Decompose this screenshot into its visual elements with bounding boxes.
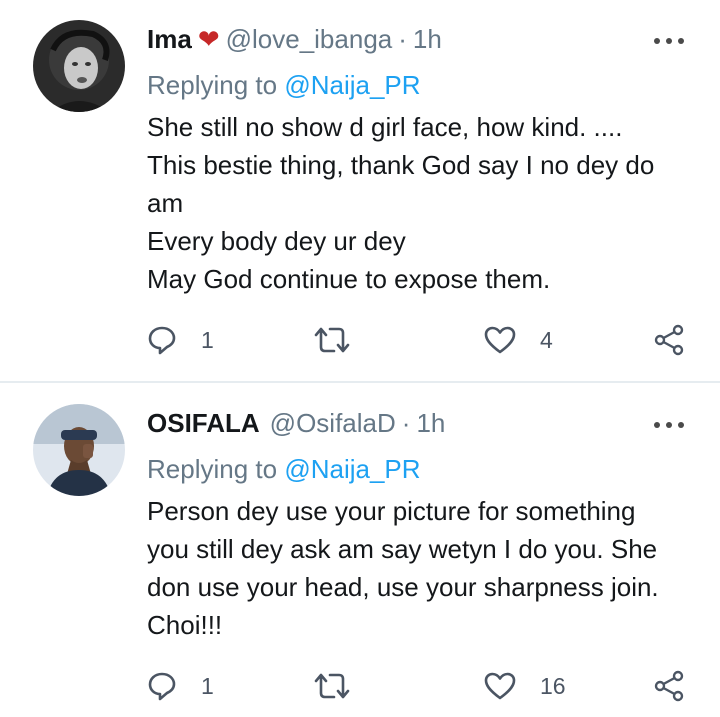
reply-icon xyxy=(148,326,176,355)
tweet-text: She still no show d girl face, how kind.… xyxy=(147,108,707,298)
retweet-icon xyxy=(314,327,350,353)
timestamp[interactable]: 1h xyxy=(416,408,445,438)
avatar[interactable] xyxy=(33,20,125,112)
like-button[interactable]: 16 xyxy=(484,666,566,706)
replying-to: Replying to @Naija_PR xyxy=(147,452,421,486)
user-handle[interactable]: @love_ibanga xyxy=(226,24,393,54)
tweet-header: Ima ❤ @love_ibanga · 1h xyxy=(147,22,442,56)
tweet-divider xyxy=(0,381,720,383)
tweet-header: OSIFALA @OsifalaD · 1h xyxy=(147,406,445,440)
heart-emoji-icon: ❤ xyxy=(197,24,220,54)
timestamp[interactable]: 1h xyxy=(413,24,442,54)
reply-count: 1 xyxy=(201,672,214,699)
tweet-text-line: you still dey ask am say wetyn I do you.… xyxy=(147,534,658,564)
display-name[interactable]: OSIFALA xyxy=(147,408,260,438)
like-count: 16 xyxy=(540,672,566,699)
reply-button[interactable]: 1 xyxy=(147,666,214,706)
action-bar: 1 4 xyxy=(0,320,720,360)
like-icon xyxy=(484,326,516,354)
share-icon xyxy=(654,324,684,356)
share-button[interactable] xyxy=(653,666,685,706)
action-bar: 1 16 xyxy=(0,666,720,706)
share-icon xyxy=(654,670,684,702)
tweet-text-line: May God continue to expose them. xyxy=(147,264,551,294)
like-count: 4 xyxy=(540,326,553,353)
separator: · xyxy=(398,24,407,54)
replying-prefix: Replying to xyxy=(147,70,278,100)
share-button[interactable] xyxy=(653,320,685,360)
tweet-text-line: don use your head, use your sharpness jo… xyxy=(147,572,659,602)
display-name[interactable]: Ima xyxy=(147,24,192,54)
like-icon xyxy=(484,672,516,700)
tweet-text-line: She still no show d girl face, how kind.… xyxy=(147,112,623,142)
tweet-text-line: Person dey use your picture for somethin… xyxy=(147,496,636,526)
reply-icon xyxy=(148,672,176,701)
retweet-button[interactable] xyxy=(314,666,350,706)
more-icon[interactable] xyxy=(654,422,684,430)
mention-link[interactable]: @Naija_PR xyxy=(284,70,420,100)
tweet[interactable]: Ima ❤ @love_ibanga · 1h Replying to @Naija_P… xyxy=(0,0,720,382)
reply-count: 1 xyxy=(201,326,214,353)
tweet[interactable]: OSIFALA @OsifalaD · 1h Replying to @Naija_P… xyxy=(0,384,720,717)
replying-prefix: Replying to xyxy=(147,454,278,484)
more-icon[interactable] xyxy=(654,38,684,46)
retweet-button[interactable] xyxy=(314,320,350,360)
replying-to: Replying to @Naija_PR xyxy=(147,68,421,102)
user-handle[interactable]: @OsifalaD xyxy=(270,408,396,438)
avatar[interactable] xyxy=(33,404,125,496)
separator: · xyxy=(401,408,411,438)
retweet-icon xyxy=(314,673,350,699)
tweet-text-line: Choi!!! xyxy=(147,610,223,640)
like-button[interactable]: 4 xyxy=(484,320,553,360)
tweet-text-line: Every body dey ur dey xyxy=(147,226,406,256)
reply-button[interactable]: 1 xyxy=(147,320,214,360)
tweet-text-line: This bestie thing, thank God say I no de… xyxy=(147,150,655,180)
tweet-text: Person dey use your picture for somethin… xyxy=(147,492,707,644)
tweet-text-line: am xyxy=(147,188,184,218)
mention-link[interactable]: @Naija_PR xyxy=(284,454,420,484)
